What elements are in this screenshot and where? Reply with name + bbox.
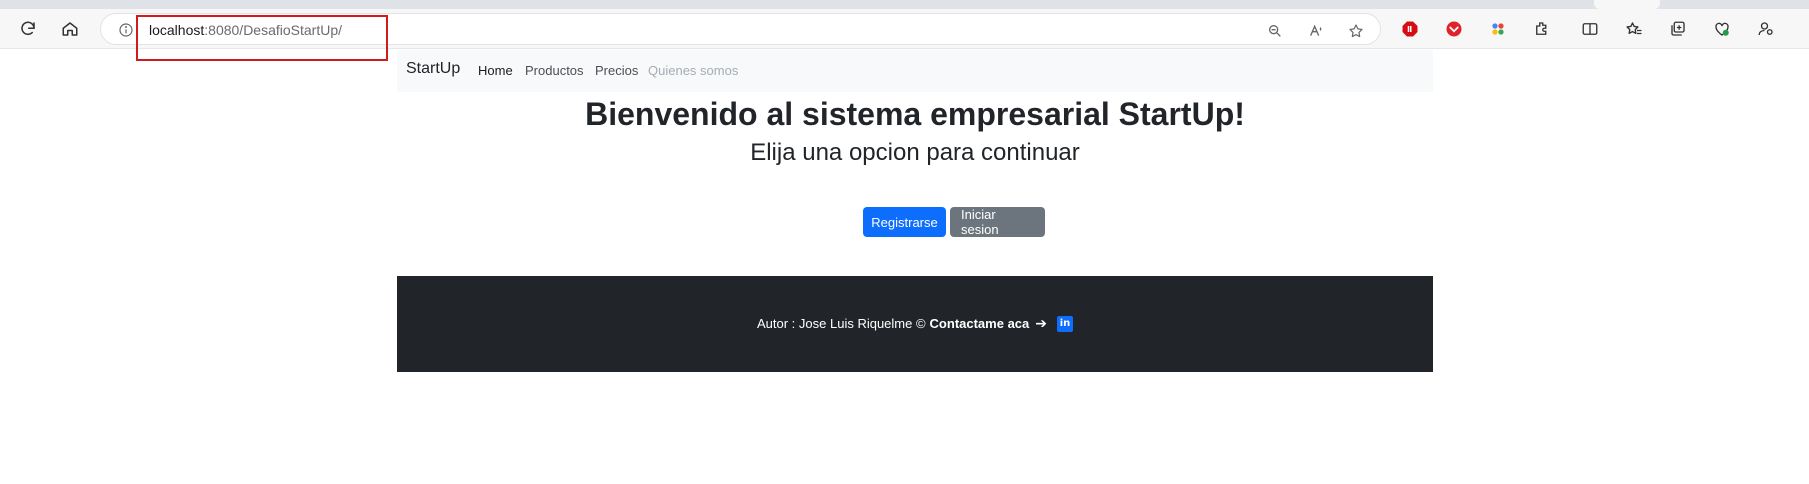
read-aloud-icon[interactable] [1305,20,1327,42]
login-button[interactable]: Iniciar sesion [950,207,1045,237]
nav-link-home[interactable]: Home [478,63,513,78]
info-icon[interactable] [117,21,135,39]
footer: Autor : Jose Luis Riquelme © Contactame … [397,276,1433,372]
page-title: Bienvenido al sistema empresarial StartU… [585,96,1245,132]
footer-contact-text: Contactame aca [929,316,1030,331]
footer-credits: Autor : Jose Luis Riquelme © Contactame … [397,315,1433,332]
refresh-icon[interactable] [14,15,42,43]
nav-link-quienes-somos: Quienes somos [648,63,739,78]
footer-author: Autor : Jose Luis Riquelme © [757,316,926,331]
tab-strip [0,0,1809,9]
profile-settings-icon[interactable] [1752,15,1780,43]
browser-essentials-icon[interactable] [1708,15,1736,43]
extensions-puzzle-icon[interactable] [1528,15,1556,43]
collections-icon[interactable] [1664,15,1692,43]
split-screen-icon[interactable] [1576,15,1604,43]
nav-link-productos[interactable]: Productos [525,63,584,78]
zoom-out-icon[interactable] [1264,20,1286,42]
navbar: StartUp Home Productos Precios Quienes s… [397,50,1433,92]
arrow-right-icon: ➔ [1035,315,1047,331]
favorites-icon[interactable] [1620,15,1648,43]
favorite-star-icon[interactable] [1345,20,1367,42]
url-highlight-annotation [136,15,388,61]
navbar-brand[interactable]: StartUp [406,60,460,78]
linkedin-icon[interactable]: in [1057,315,1073,332]
register-button[interactable]: Registrarse [863,207,946,237]
pocket-icon[interactable] [1440,15,1468,43]
page-subtitle: Elija una opcion para continuar [750,139,1080,166]
active-tab[interactable] [1594,0,1660,9]
adblock-icon[interactable] [1396,15,1424,43]
nav-link-precios[interactable]: Precios [595,63,638,78]
extension-colors-icon[interactable] [1484,15,1512,43]
home-icon[interactable] [56,15,84,43]
web-page: StartUp Home Productos Precios Quienes s… [397,50,1433,372]
